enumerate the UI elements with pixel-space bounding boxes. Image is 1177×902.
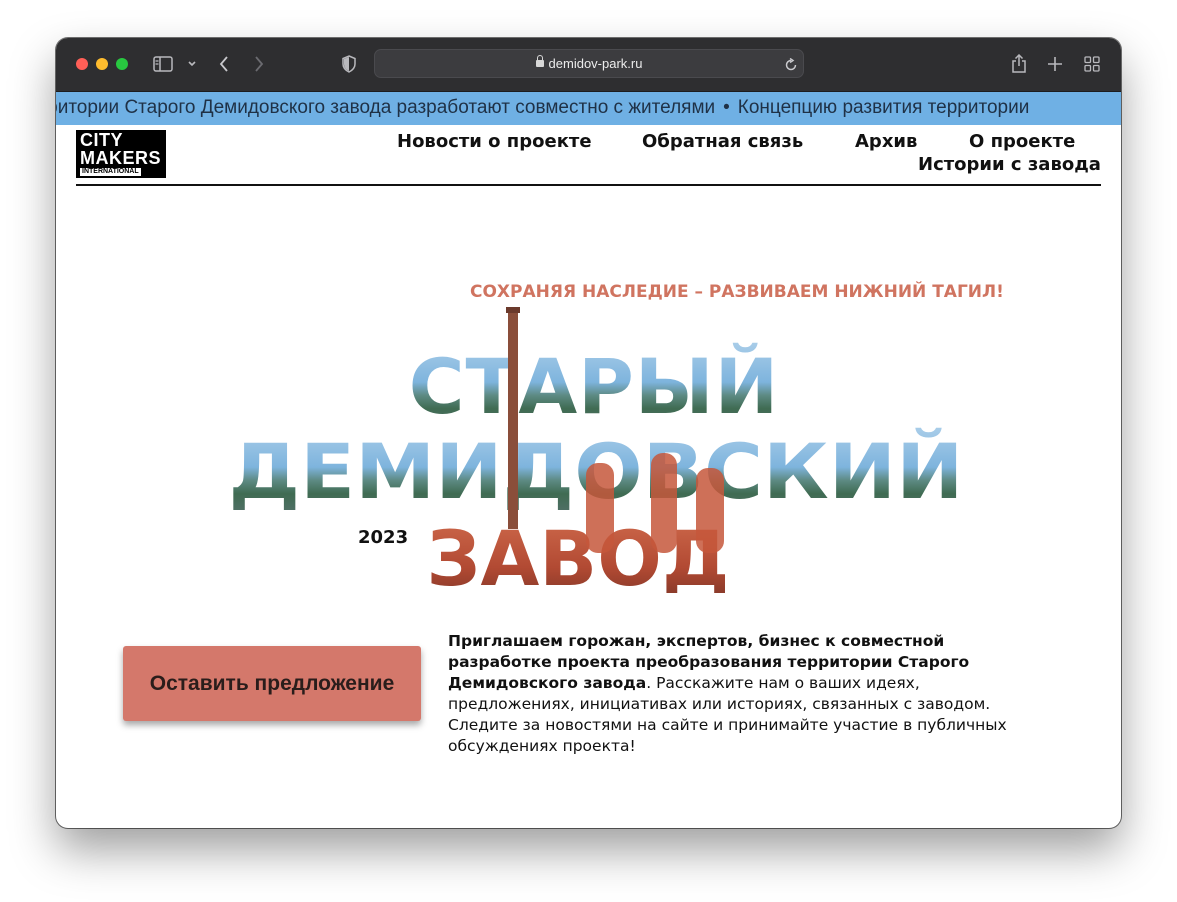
ticker-item[interactable]: ерритории Старого Демидовского завода ра… [56,97,715,118]
zoom-window-button[interactable] [116,58,128,70]
logo-line-3: INTERNATIONAL [80,168,141,176]
nav-about[interactable]: О проекте [969,131,1075,152]
leave-proposal-button[interactable]: Оставить предложение [123,646,421,721]
browser-window: demidov-park.ru ерритории Старого Демидо… [56,38,1121,828]
site-header: CITY MAKERS INTERNATIONAL Новости о прое… [76,128,1101,186]
nav-stories[interactable]: Истории с завода [918,154,1101,175]
lock-icon [535,55,544,67]
forward-icon[interactable] [251,53,267,75]
news-ticker[interactable]: ерритории Старого Демидовского завода ра… [56,92,1121,125]
nav-feedback[interactable]: Обратная связь [642,131,803,152]
hero-year: 2023 [358,527,409,548]
url-text: demidov-park.ru [548,56,643,71]
intro-text: Приглашаем горожан, экспертов, бизнес к … [448,631,1048,757]
share-icon[interactable] [1010,53,1028,75]
city-makers-logo[interactable]: CITY MAKERS INTERNATIONAL [76,130,166,178]
tab-overview-icon[interactable] [1083,53,1101,75]
hero-title-graphic: СТАРЫЙ ДЕМИДОВСКИЙ ЗАВОД [229,307,964,593]
hero-tagline: СОХРАНЯЯ НАСЛЕДИЕ – РАЗВИВАЕМ НИЖНИЙ ТАГ… [470,282,1004,302]
hero-line-1: СТАРЫЙ [409,342,780,431]
back-icon[interactable] [216,53,232,75]
chevron-down-icon[interactable] [185,53,199,75]
address-bar[interactable]: demidov-park.ru [374,49,804,78]
minimize-window-button[interactable] [96,58,108,70]
ticker-separator: • [723,97,730,118]
browser-toolbar: demidov-park.ru [56,38,1121,92]
ticker-item[interactable]: Концепцию развития территории [738,97,1030,118]
hero-line-3: ЗАВОД [426,514,729,593]
logo-line-1: CITY [80,130,124,150]
blast-furnace-graphic [586,463,614,553]
close-window-button[interactable] [76,58,88,70]
new-tab-icon[interactable] [1046,53,1064,75]
nav-archive[interactable]: Архив [855,131,917,152]
shield-icon[interactable] [340,53,358,75]
nav-news[interactable]: Новости о проекте [397,131,592,152]
logo-line-2: MAKERS [80,148,162,168]
chimney-graphic [508,309,518,529]
reload-icon[interactable] [783,54,799,76]
sidebar-icon[interactable] [152,53,174,75]
